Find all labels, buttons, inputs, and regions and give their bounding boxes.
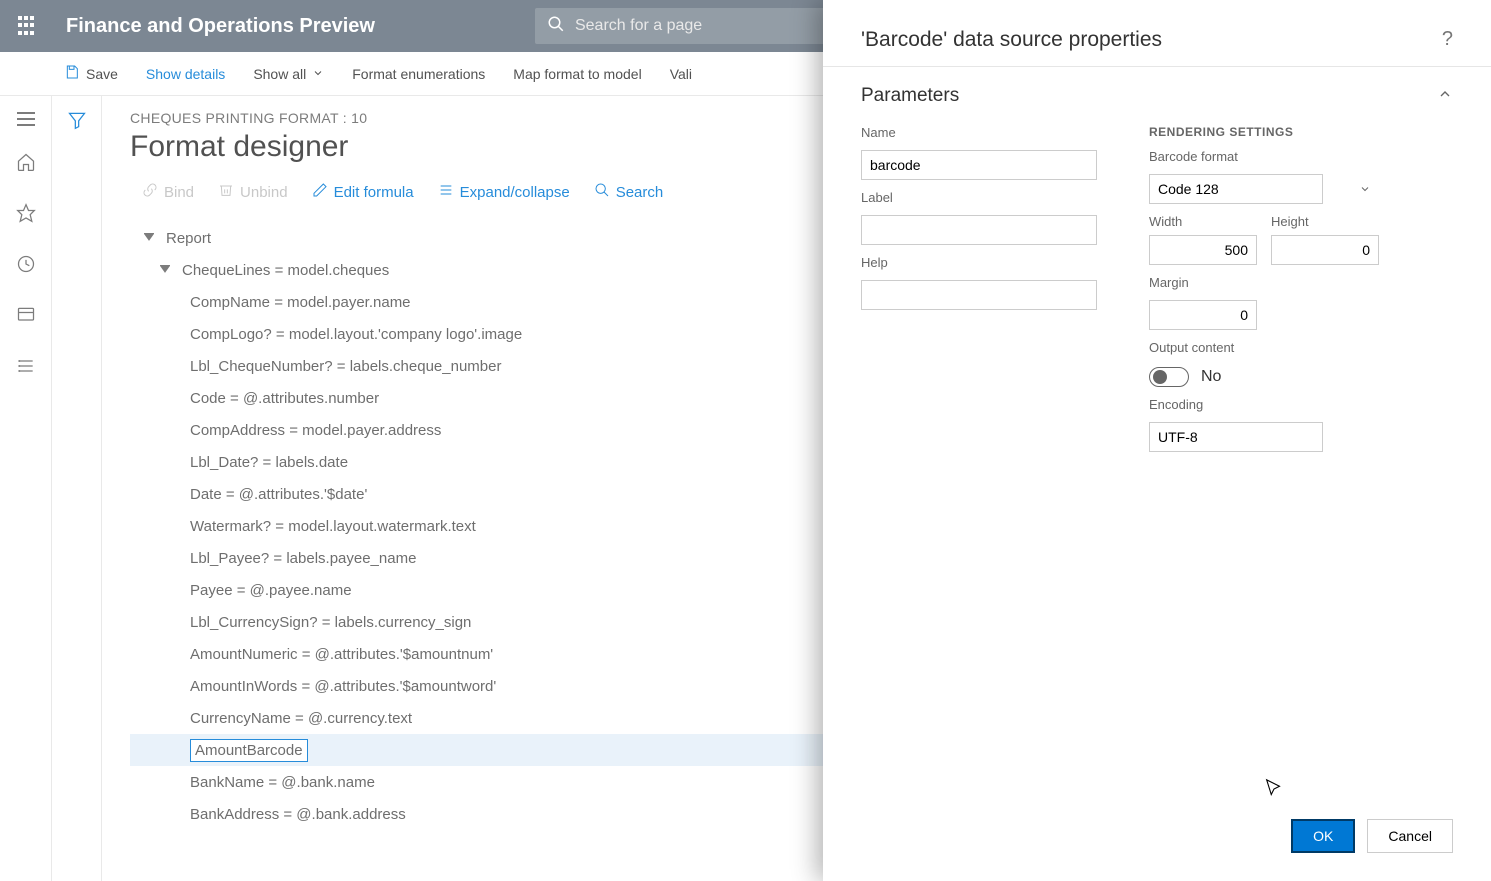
save-icon <box>64 64 80 83</box>
help-icon[interactable]: ? <box>1442 28 1453 51</box>
output-content-label: Output content <box>1149 340 1379 355</box>
rendering-heading: RENDERING SETTINGS <box>1149 125 1379 139</box>
show-all-button[interactable]: Show all <box>253 66 324 82</box>
edit-formula-button[interactable]: Edit formula <box>312 182 414 202</box>
validate-button[interactable]: Vali <box>670 66 692 82</box>
margin-input[interactable] <box>1149 300 1257 330</box>
caret-down-icon <box>144 230 158 247</box>
section-title: Parameters <box>861 85 959 107</box>
panel-title: 'Barcode' data source properties <box>861 28 1162 52</box>
chevron-down-icon <box>312 66 324 82</box>
caret-down-icon <box>160 262 174 279</box>
parameters-section-toggle[interactable]: Parameters <box>861 85 1453 107</box>
format-enumerations-button[interactable]: Format enumerations <box>352 66 485 82</box>
properties-panel: 'Barcode' data source properties ? Param… <box>823 0 1491 881</box>
expand-collapse-button[interactable]: Expand/collapse <box>438 182 570 202</box>
app-launcher-icon[interactable] <box>14 12 42 40</box>
chevron-down-icon <box>1359 182 1371 200</box>
help-input[interactable] <box>861 280 1097 310</box>
chevron-up-icon <box>1437 86 1453 107</box>
width-input[interactable] <box>1149 235 1257 265</box>
brand-title: Finance and Operations Preview <box>66 15 375 38</box>
help-label: Help <box>861 255 1097 270</box>
label-input[interactable] <box>861 215 1097 245</box>
encoding-label: Encoding <box>1149 397 1379 412</box>
width-label: Width <box>1149 214 1257 229</box>
save-button[interactable]: Save <box>64 64 118 83</box>
search-button[interactable]: Search <box>594 182 664 202</box>
cancel-button[interactable]: Cancel <box>1367 819 1453 853</box>
list-icon <box>438 182 454 202</box>
trash-icon <box>218 182 234 202</box>
nav-rail <box>0 96 52 881</box>
name-label: Name <box>861 125 1097 140</box>
filter-column <box>52 96 102 881</box>
filter-icon[interactable] <box>67 110 87 881</box>
unbind-button[interactable]: Unbind <box>218 182 288 202</box>
pencil-icon <box>312 182 328 202</box>
barcode-format-select[interactable] <box>1149 174 1323 204</box>
height-input[interactable] <box>1271 235 1379 265</box>
link-icon <box>142 182 158 202</box>
star-icon[interactable] <box>16 203 36 228</box>
barcode-format-label: Barcode format <box>1149 149 1379 164</box>
ok-button[interactable]: OK <box>1291 819 1355 853</box>
save-label: Save <box>86 66 118 82</box>
output-content-value: No <box>1201 368 1221 386</box>
menu-icon[interactable] <box>17 112 35 126</box>
label-label: Label <box>861 190 1097 205</box>
margin-label: Margin <box>1149 275 1379 290</box>
name-input[interactable] <box>861 150 1097 180</box>
height-label: Height <box>1271 214 1379 229</box>
output-content-toggle[interactable] <box>1149 367 1189 387</box>
modules-icon[interactable] <box>16 356 36 381</box>
home-icon[interactable] <box>16 152 36 177</box>
encoding-input[interactable] <box>1149 422 1323 452</box>
workspace-icon[interactable] <box>16 305 36 330</box>
recent-icon[interactable] <box>16 254 36 279</box>
bind-button[interactable]: Bind <box>142 182 194 202</box>
search-icon <box>547 15 565 38</box>
map-format-button[interactable]: Map format to model <box>513 66 641 82</box>
search-icon <box>594 182 610 202</box>
show-details-button[interactable]: Show details <box>146 66 225 82</box>
